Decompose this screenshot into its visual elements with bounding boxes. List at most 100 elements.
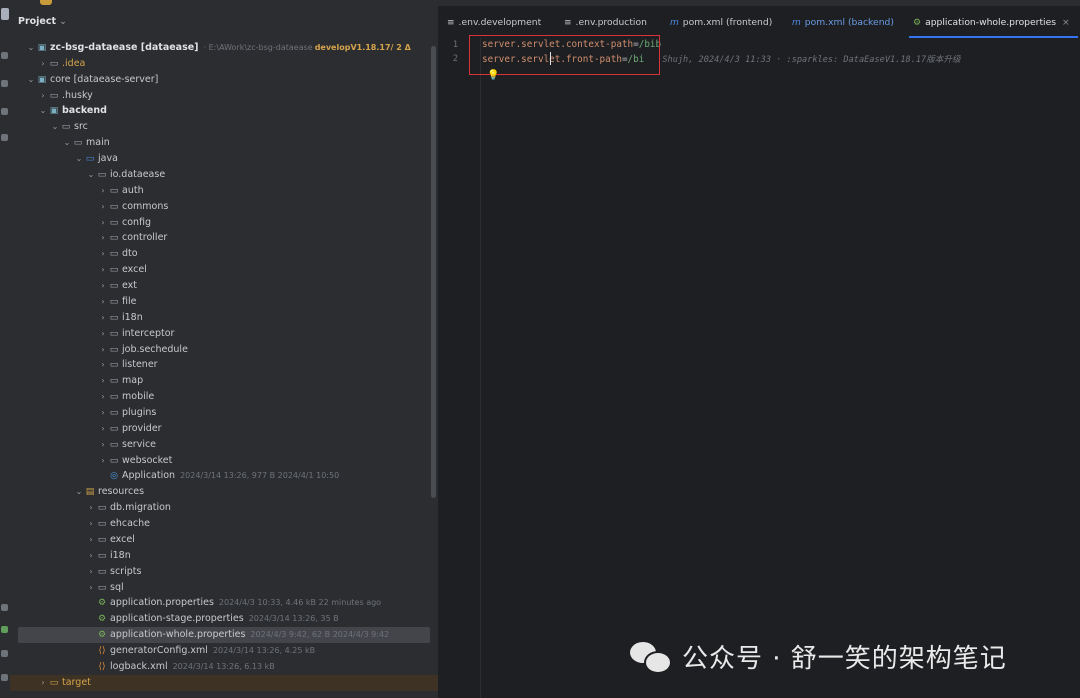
tree-item[interactable]: › ▭ db.migration: [10, 500, 438, 516]
services-tool-icon[interactable]: [1, 626, 8, 633]
tree-item[interactable]: ⌄ ▣ core [dataease-server]: [10, 72, 438, 88]
commit-tool-icon[interactable]: [1, 52, 8, 59]
tree-item[interactable]: ⟨⟩ logback.xml 2024/3/14 13:26, 6.13 kB: [10, 659, 438, 675]
tree-item[interactable]: ⚙ application.properties 2024/4/3 10:33, 4…: [10, 595, 438, 611]
tree-item[interactable]: › ▭ sql: [10, 580, 438, 596]
chevron-right-icon[interactable]: ›: [98, 453, 108, 469]
project-tool-icon[interactable]: [1, 8, 9, 20]
chevron-down-icon[interactable]: ⌄: [38, 103, 48, 119]
chevron-right-icon[interactable]: ›: [98, 357, 108, 373]
project-panel-title[interactable]: Project ⌄: [18, 16, 67, 27]
tree-item[interactable]: › ▭ controller: [10, 230, 438, 246]
chevron-right-icon[interactable]: ›: [98, 437, 108, 453]
chevron-right-icon[interactable]: ›: [98, 421, 108, 437]
chevron-right-icon[interactable]: ›: [98, 326, 108, 342]
tree-item[interactable]: › ▭ auth: [10, 183, 438, 199]
tab-env-development[interactable]: ≡ .env.development: [447, 6, 541, 38]
tab-env-production[interactable]: ≡ .env.production: [564, 6, 647, 38]
tree-item[interactable]: › ▭ map: [10, 373, 438, 389]
problems-tool-icon[interactable]: [1, 674, 8, 681]
chevron-right-icon[interactable]: ›: [98, 405, 108, 421]
close-icon[interactable]: ×: [1062, 17, 1070, 28]
terminal-tool-icon[interactable]: [1, 650, 8, 657]
tree-item[interactable]: › ▭ commons: [10, 199, 438, 215]
tree-item[interactable]: › ▭ plugins: [10, 405, 438, 421]
chevron-right-icon[interactable]: ›: [98, 373, 108, 389]
tree-item[interactable]: › ▭ listener: [10, 357, 438, 373]
run-tool-icon[interactable]: [1, 604, 8, 611]
more-tool-icon[interactable]: [1, 134, 8, 141]
tree-item-label: application.properties: [110, 597, 214, 609]
chevron-right-icon[interactable]: ›: [38, 88, 48, 104]
chevron-right-icon[interactable]: ›: [86, 516, 96, 532]
chevron-right-icon[interactable]: ›: [98, 230, 108, 246]
chevron-right-icon[interactable]: ›: [86, 548, 96, 564]
chevron-down-icon[interactable]: ⌄: [62, 135, 72, 151]
tree-item[interactable]: ⌄ ▣ zc-bsg-dataease [dataease] · E:\AWork\z…: [10, 40, 438, 56]
chevron-right-icon[interactable]: ›: [86, 564, 96, 580]
chevron-right-icon[interactable]: ›: [86, 580, 96, 596]
chevron-right-icon[interactable]: ›: [38, 56, 48, 72]
tree-item[interactable]: ◎ Application 2024/3/14 13:26, 977 B 2024/…: [10, 468, 438, 484]
tree-item[interactable]: › ▭ file: [10, 294, 438, 310]
chevron-down-icon[interactable]: ⌄: [86, 167, 96, 183]
tree-item[interactable]: › ▭ interceptor: [10, 326, 438, 342]
chevron-right-icon[interactable]: ›: [98, 310, 108, 326]
bookmarks-tool-icon[interactable]: [1, 108, 8, 115]
folder-icon: ▭: [97, 550, 107, 561]
tree-item[interactable]: › ▭ websocket: [10, 453, 438, 469]
tree-item[interactable]: ⌄ ▭ src: [10, 119, 438, 135]
code-editor[interactable]: server.servlet.context-path=/bib server.…: [481, 38, 1080, 698]
chevron-right-icon[interactable]: ›: [86, 500, 96, 516]
chevron-down-icon[interactable]: ⌄: [26, 72, 36, 88]
chevron-down-icon[interactable]: ⌄: [74, 484, 84, 500]
tab-pom-frontend[interactable]: m pom.xml (frontend): [670, 6, 772, 38]
lightbulb-icon[interactable]: 💡: [487, 70, 499, 81]
tree-item[interactable]: ⟨⟩ generatorConfig.xml 2024/3/14 13:26, 4.…: [10, 643, 438, 659]
tree-item[interactable]: ⌄ ▭ main: [10, 135, 438, 151]
tree-item[interactable]: ⚙ application-stage.properties 2024/3/14 1…: [10, 611, 438, 627]
tree-item[interactable]: › ▭ provider: [10, 421, 438, 437]
tab-pom-backend[interactable]: m pom.xml (backend): [792, 6, 894, 38]
tree-item[interactable]: › ▭ ehcache: [10, 516, 438, 532]
tree-item[interactable]: › ▭ scripts: [10, 564, 438, 580]
tree-item[interactable]: ⌄ ▭ java: [10, 151, 438, 167]
chevron-down-icon[interactable]: ⌄: [26, 40, 36, 56]
tree-item-label: auth: [122, 184, 144, 196]
tree-item[interactable]: › ▭ job.sechedule: [10, 342, 438, 358]
tree-item[interactable]: › ▭ mobile: [10, 389, 438, 405]
tree-item[interactable]: ⚙ application-whole.properties 2024/4/3 9:…: [18, 627, 430, 644]
tree-item[interactable]: ⌄ ▣ backend: [10, 103, 438, 119]
tree-item[interactable]: › ▭ config: [10, 215, 438, 231]
tree-item[interactable]: › ▭ ext: [10, 278, 438, 294]
chevron-right-icon[interactable]: ›: [98, 262, 108, 278]
tab-application-whole-properties[interactable]: ⚙ application-whole.properties ×: [909, 6, 1078, 38]
chevron-down-icon[interactable]: ⌄: [74, 151, 84, 167]
chevron-right-icon[interactable]: ›: [98, 215, 108, 231]
tree-item[interactable]: › ▭ service: [10, 437, 438, 453]
tree-item-label: zc-bsg-dataease [dataease]: [50, 42, 199, 53]
tree-item[interactable]: › ▭ .husky: [10, 88, 438, 104]
tree-item[interactable]: › ▭ i18n: [10, 310, 438, 326]
tree-item[interactable]: › ▭ .idea: [10, 56, 438, 72]
chevron-right-icon[interactable]: ›: [98, 342, 108, 358]
tree-item[interactable]: ⌄ ▭ io.dataease: [10, 167, 438, 183]
tree-item[interactable]: › ▭ excel: [10, 532, 438, 548]
tree-item[interactable]: › ▭ i18n: [10, 548, 438, 564]
chevron-right-icon[interactable]: ›: [86, 532, 96, 548]
structure-tool-icon[interactable]: [1, 80, 8, 87]
chevron-right-icon[interactable]: ›: [98, 183, 108, 199]
tree-item[interactable]: › ▭ target: [10, 674, 438, 691]
chevron-right-icon[interactable]: ›: [98, 246, 108, 262]
chevron-right-icon[interactable]: ›: [98, 294, 108, 310]
chevron-down-icon[interactable]: ⌄: [50, 119, 60, 135]
lines-icon: ≡: [564, 18, 572, 28]
chevron-right-icon[interactable]: ›: [38, 675, 48, 691]
chevron-right-icon[interactable]: ›: [98, 389, 108, 405]
tree-item[interactable]: › ▭ dto: [10, 246, 438, 262]
chevron-right-icon[interactable]: ›: [98, 199, 108, 215]
tree-item[interactable]: › ▭ excel: [10, 262, 438, 278]
tree-item[interactable]: ⌄ ▤ resources: [10, 484, 438, 500]
chevron-right-icon[interactable]: ›: [98, 278, 108, 294]
project-scrollbar[interactable]: [431, 46, 436, 498]
